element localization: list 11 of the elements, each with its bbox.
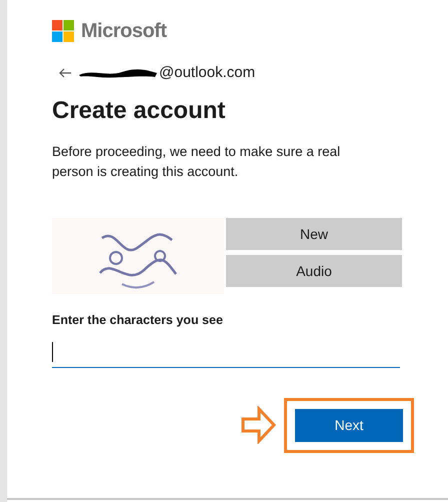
field-label: Enter the characters you see — [52, 312, 224, 329]
brand-name: Microsoft — [81, 18, 166, 44]
page-title: Create account — [52, 96, 226, 126]
back-arrow-icon[interactable] — [59, 68, 71, 78]
logo-icon — [52, 20, 74, 42]
arrow-icon — [241, 406, 277, 444]
captcha-button[interactable]: New — [226, 218, 402, 250]
email-address: @outlook.com — [159, 62, 256, 83]
captcha-button[interactable]: Audio — [226, 255, 402, 287]
next-button[interactable]: Next — [295, 408, 403, 442]
description-text: Before proceeding, we need to make sure a real person is creating this account. — [52, 143, 342, 181]
